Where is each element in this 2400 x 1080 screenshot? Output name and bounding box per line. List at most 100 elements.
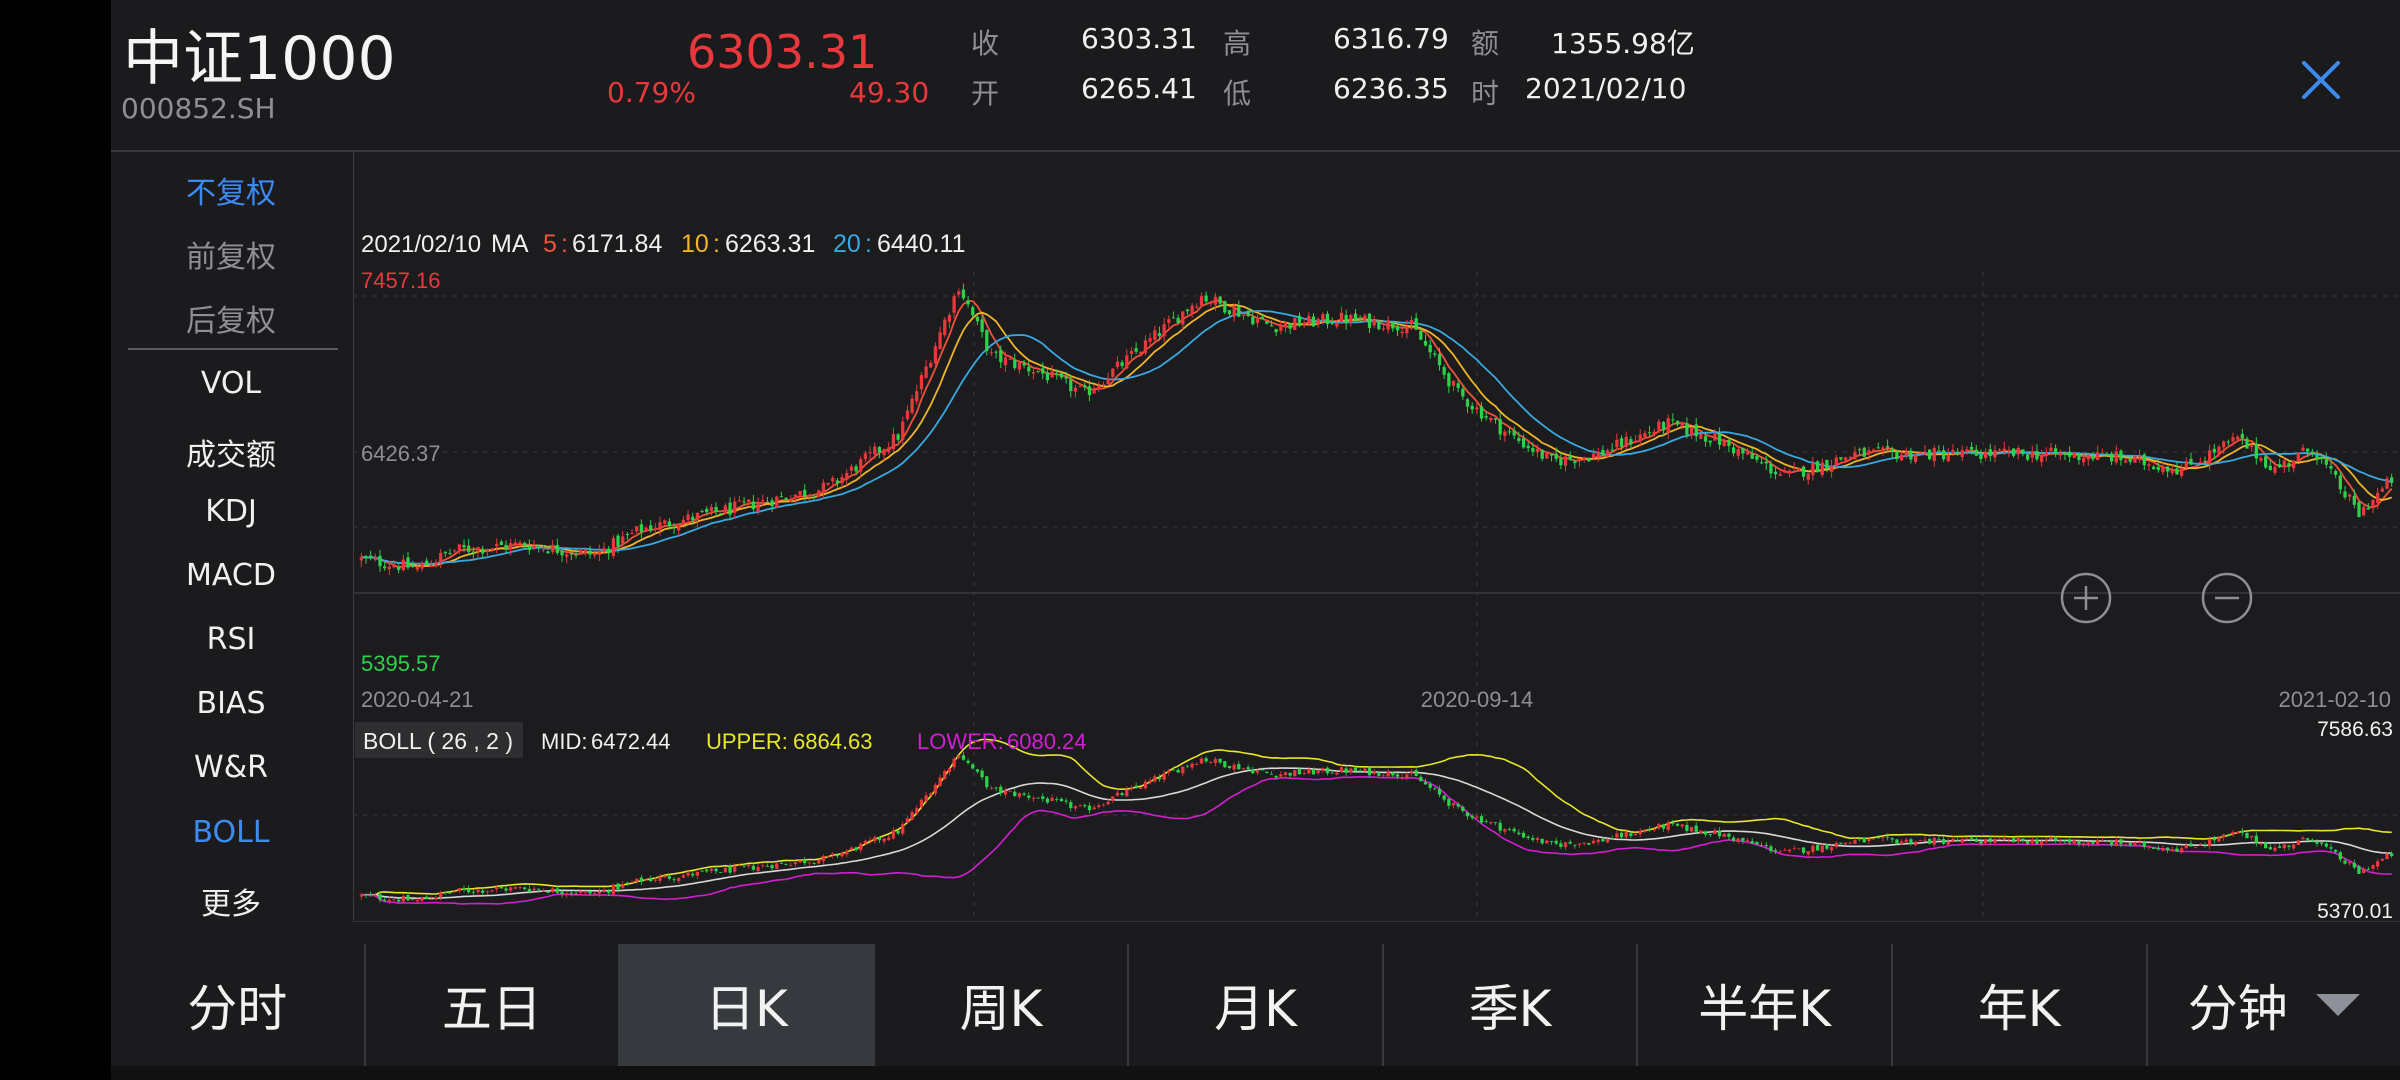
boll-candle-body: [2217, 837, 2221, 842]
boll-label: BOLL ( 26 , 2 ): [363, 728, 513, 754]
boll-candle-body: [1316, 770, 1320, 774]
candle-body: [1605, 450, 1610, 457]
tab-yearly-k[interactable]: 年K: [1892, 944, 2148, 1066]
boll-candle-body: [2198, 845, 2202, 847]
close-button[interactable]: [2291, 50, 2351, 110]
sidebar-item-rsi[interactable]: RSI: [111, 622, 351, 657]
candle-body: [415, 567, 419, 570]
boll-candle-body: [961, 755, 966, 760]
boll-candle-body: [1867, 839, 1871, 842]
boll-candle-body: [1951, 838, 1955, 841]
boll-candle-body: [1839, 842, 1843, 844]
field-close-value: 6303.31: [1081, 22, 1197, 55]
candle-body: [1549, 454, 1554, 456]
boll-candle-body: [924, 795, 928, 802]
sidebar-item-forward-adjust[interactable]: 前复权: [111, 232, 351, 276]
boll-candle-body: [1895, 839, 1899, 844]
boll-candle-body: [397, 899, 401, 902]
boll-candle-body: [2371, 865, 2375, 869]
candle-body: [1036, 370, 1040, 372]
sidebar-item-vol[interactable]: VOL: [111, 366, 351, 401]
boll-candle-body: [2357, 866, 2361, 874]
tab-weekly-k[interactable]: 周K: [874, 944, 1130, 1066]
candle-body: [1414, 318, 1418, 330]
boll-candle-body: [1792, 848, 1796, 850]
candle-body: [896, 434, 900, 440]
candle-body: [840, 477, 844, 484]
tab-quarterly-k[interactable]: 季K: [1383, 944, 1639, 1066]
boll-candle-body: [1008, 791, 1012, 793]
boll-candle-body: [555, 888, 559, 893]
tab-five-day[interactable]: 五日: [365, 944, 621, 1066]
candle-body: [1722, 440, 1726, 447]
tab-intraday[interactable]: 分时: [111, 944, 366, 1066]
candle-body: [1395, 326, 1400, 331]
sidebar-item-bias[interactable]: BIAS: [111, 686, 351, 721]
candle-body: [2222, 441, 2226, 448]
kline-chart[interactable]: 2021/02/10 MA 5 : 6171.84 10 : 6263.31 2…: [353, 152, 2400, 922]
boll-candle-body: [882, 838, 886, 842]
boll-candle-body: [947, 768, 952, 772]
boll-candle-body: [919, 799, 924, 808]
boll-candle-body: [1535, 838, 1540, 841]
candle-body: [1545, 453, 1549, 459]
candle-body: [1937, 450, 1941, 452]
candle-body: [1381, 328, 1386, 330]
sidebar-item-macd[interactable]: MACD: [111, 558, 351, 593]
boll-candle-body: [1475, 816, 1479, 818]
tab-half-year-k[interactable]: 半年K: [1638, 944, 1893, 1066]
candle-body: [593, 553, 597, 556]
boll-candle-body: [863, 840, 868, 844]
boll-candle-body: [2282, 844, 2286, 848]
candle-body: [1825, 459, 1829, 470]
boll-candle-body: [1503, 829, 1507, 832]
candle-body: [2371, 500, 2375, 508]
candle-body: [1465, 399, 1470, 407]
candle-body: [1531, 448, 1535, 452]
boll-candle-body: [994, 787, 998, 789]
tab-minute[interactable]: 分钟: [2147, 944, 2400, 1066]
candle-body: [2376, 492, 2380, 503]
field-time-value: 2021/02/10: [1525, 72, 1687, 105]
candle-body: [1223, 301, 1227, 313]
tab-daily-k[interactable]: 日K: [620, 944, 875, 1066]
boll-candle-body: [2212, 838, 2216, 841]
boll-candle-body: [499, 886, 503, 889]
candle-body: [1442, 367, 1446, 375]
candle-body: [2007, 450, 2011, 452]
boll-candle-body: [1918, 840, 1922, 841]
boll-candle-body: [691, 873, 695, 876]
sidebar-item-turnover[interactable]: 成交额: [111, 430, 351, 474]
sidebar-item-boll[interactable]: BOLL: [111, 815, 351, 850]
boll-candle-body: [1773, 850, 1778, 852]
candle-body: [481, 548, 485, 554]
boll-candle-body: [1078, 805, 1082, 807]
sidebar-item-kdj[interactable]: KDJ: [111, 494, 351, 529]
candle-body: [1596, 451, 1600, 457]
sidebar-item-backward-adjust[interactable]: 后复权: [111, 296, 351, 340]
candle-body: [653, 528, 658, 530]
candle-body: [1195, 306, 1199, 308]
chart-background: [353, 152, 2400, 922]
boll-candle-body: [1367, 767, 1372, 776]
candle-body: [644, 527, 648, 530]
sidebar-item-no-adjust[interactable]: 不复权: [111, 168, 351, 212]
candle-body: [2142, 454, 2146, 466]
candle-body: [817, 490, 821, 498]
candle-body: [2278, 464, 2282, 468]
boll-candle-body: [1349, 768, 1353, 773]
sidebar-item-wr[interactable]: W&R: [111, 750, 351, 785]
boll-y-max: 7586.63: [2317, 718, 2393, 741]
boll-candle-body: [985, 776, 989, 788]
candle-body: [868, 452, 872, 454]
sidebar-item-more[interactable]: 更多: [111, 879, 351, 923]
boll-candle-body: [653, 879, 658, 881]
candle-body: [1699, 433, 1703, 439]
candle-body: [2114, 451, 2118, 463]
boll-candle-body: [1423, 782, 1428, 785]
tab-monthly-k[interactable]: 月K: [1129, 944, 1384, 1066]
candle-body: [821, 482, 826, 493]
boll-candle-body: [910, 812, 914, 820]
boll-candle-body: [2137, 842, 2142, 843]
boll-candle-body: [1181, 766, 1185, 774]
